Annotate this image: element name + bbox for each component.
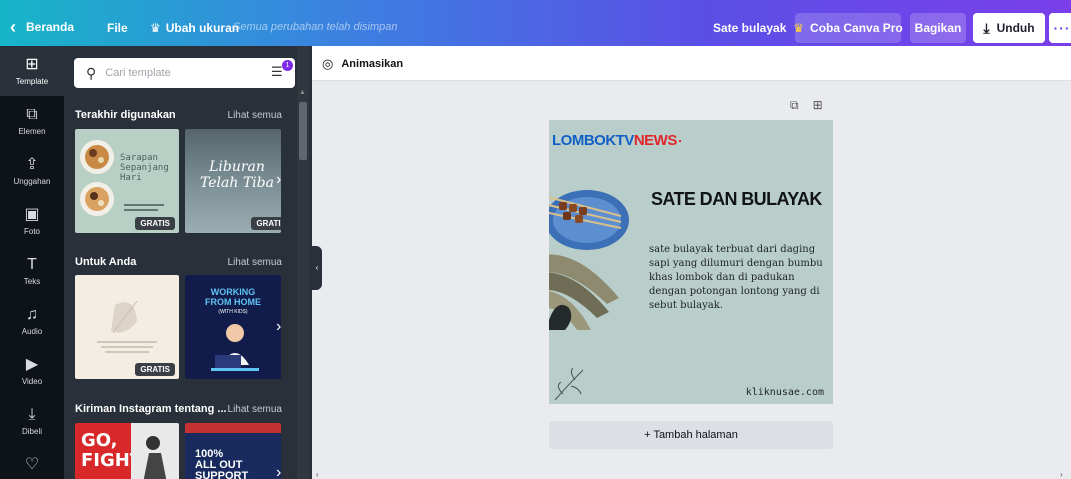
save-status: Semua perubahan telah disimpan <box>233 21 398 33</box>
athlete-figure-image <box>143 436 167 479</box>
rail-item-purchased[interactable]: ⤓ Dibeli <box>0 396 64 446</box>
elements-icon: ⧉ <box>26 106 38 123</box>
resize-label: Ubah ukuran <box>165 21 240 35</box>
heart-icon: ♡ <box>24 455 40 473</box>
person-laptop-image <box>211 324 259 371</box>
share-button[interactable]: Bagikan <box>910 13 966 43</box>
try-pro-button[interactable]: ♛ Coba Canva Pro <box>793 13 903 43</box>
try-pro-label: Coba Canva Pro <box>810 21 903 35</box>
page-tools: ⧉ ⊞ <box>790 98 823 113</box>
rail-item-label: Dibeli <box>21 427 42 436</box>
scroll-left-icon[interactable]: ‹ <box>316 470 319 479</box>
upload-icon: ⇪ <box>25 156 39 173</box>
rail-item-audio[interactable]: ♫ Audio <box>0 296 64 346</box>
animate-label: Animasikan <box>341 58 404 70</box>
logo-part-lomboktv: LOMBOKTV <box>552 132 634 149</box>
athlete-image <box>131 423 179 479</box>
text-icon: T <box>27 256 37 273</box>
template-thumb-holiday[interactable]: Liburan Telah Tiba GRATIS <box>185 129 281 233</box>
file-menu-button[interactable]: File <box>107 21 128 35</box>
home-label: Beranda <box>26 20 75 34</box>
home-button[interactable]: ‹ Beranda <box>10 17 75 37</box>
panel-scrollbar[interactable]: ▲ <box>297 46 309 479</box>
design-title[interactable]: Sate bulayak <box>713 21 786 35</box>
rail-item-label: Elemen <box>18 127 46 136</box>
filter-count-badge: 1 <box>282 60 293 71</box>
template-thumb-breakfast[interactable]: Sarapan Sepanjang Hari GRATIS <box>75 129 179 233</box>
logo-tag <box>678 139 681 142</box>
section-title-for-you: Untuk Anda <box>75 256 137 268</box>
chevron-right-icon[interactable]: › <box>276 171 281 189</box>
breakfast-thumb-text: Sarapan Sepanjang Hari <box>120 153 169 183</box>
design-page[interactable]: LOMBOKTV NEWS SATE DAN BULAYAK sate bula… <box>549 120 833 404</box>
see-all-for-you-link[interactable]: Lihat semua <box>228 257 282 268</box>
scrollbar-thumb[interactable] <box>299 102 307 160</box>
duplicate-page-icon[interactable]: ⧉ <box>790 98 799 113</box>
rail-item-template[interactable]: ⊞ Template <box>0 46 64 96</box>
rail-item-label: Template <box>15 77 49 86</box>
template-icon: ⊞ <box>25 56 39 73</box>
rail-item-label: Audio <box>21 327 43 336</box>
template-thumb-work-from-home[interactable]: WORKING FROM HOME (WITH KIDS) <box>185 275 281 379</box>
rail-item-photos[interactable]: ▣ Foto <box>0 196 64 246</box>
rail-item-label: Foto <box>23 227 40 236</box>
template-thumb-all-out-support[interactable]: 100% ALL OUT SUPPORT <box>185 423 281 479</box>
lomboktv-logo: LOMBOKTV NEWS <box>552 132 681 149</box>
free-badge: GRATIS <box>135 363 175 376</box>
scroll-up-icon[interactable]: ▲ <box>299 89 306 96</box>
search-icon: ⚲ <box>86 64 97 81</box>
search-input[interactable] <box>105 67 256 79</box>
red-banner <box>185 423 281 433</box>
design-heading: SATE DAN BULAYAK <box>651 189 822 209</box>
download-icon: ⤓ <box>983 19 990 36</box>
collapse-panel-button[interactable]: ‹ <box>312 246 322 290</box>
leaf-sketch-icon <box>554 367 584 401</box>
template-thumb-go-fight[interactable]: GO, FIGHT, <box>75 423 179 479</box>
crown-icon: ♛ <box>150 21 161 35</box>
add-page-icon[interactable]: ⊞ <box>813 98 823 113</box>
chevron-left-icon: ‹ <box>10 17 16 37</box>
free-badge: GRATIS <box>135 217 175 230</box>
section-title-recent: Terakhir digunakan <box>75 109 176 121</box>
video-icon: ▶ <box>25 356 39 373</box>
side-rail: ⊞ Template ⧉ Elemen ⇪ Unggahan ▣ Foto T … <box>0 46 64 479</box>
rail-item-label: Unggahan <box>13 177 51 186</box>
rail-item-video[interactable]: ▶ Video <box>0 346 64 396</box>
support-line3: SUPPORT <box>195 470 249 479</box>
go-fight-text: GO, FIGHT, <box>81 430 147 471</box>
holiday-thumb-text: Liburan Telah Tiba <box>200 159 274 191</box>
photo-icon: ▣ <box>24 206 40 223</box>
rail-item-label: Video <box>21 377 43 386</box>
design-url: kliknusae.com <box>745 387 824 398</box>
rail-item-text[interactable]: T Teks <box>0 246 64 296</box>
purchased-icon: ⤓ <box>28 406 36 423</box>
editor-toolbar: ◎ Animasikan <box>312 46 1071 81</box>
template-panel: ⚲ ☰ 1 Terakhir digunakan Lihat semua Sar… <box>64 46 312 479</box>
crown-icon: ♛ <box>793 21 805 35</box>
download-label: Unduh <box>996 21 1035 35</box>
add-page-button[interactable]: + Tambah halaman <box>549 421 833 449</box>
rail-item-elements[interactable]: ⧉ Elemen <box>0 96 64 146</box>
animate-button[interactable]: ◎ Animasikan <box>322 56 403 72</box>
see-all-instagram-link[interactable]: Lihat semua <box>228 404 282 415</box>
free-badge: GRATIS <box>251 217 281 230</box>
section-title-instagram: Kiriman Instagram tentang ... <box>75 403 227 415</box>
resize-button[interactable]: ♛ Ubah ukuran <box>150 21 239 35</box>
animate-icon: ◎ <box>322 56 334 71</box>
chevron-right-icon[interactable]: › <box>276 464 281 479</box>
more-options-button[interactable]: ··· <box>1049 13 1071 43</box>
template-search[interactable]: ⚲ ☰ 1 <box>74 58 295 88</box>
sate-bulayak-image <box>549 190 629 330</box>
download-button[interactable]: ⤓ Unduh <box>973 13 1045 43</box>
scroll-right-icon[interactable]: › <box>1060 470 1063 479</box>
design-body-text: sate bulayak terbuat dari daging sapi ya… <box>649 244 823 311</box>
template-thumb-feather[interactable]: GRATIS <box>75 275 179 379</box>
logo-part-news: NEWS <box>633 132 678 149</box>
rail-item-uploads[interactable]: ⇪ Unggahan <box>0 146 64 196</box>
chevron-right-icon[interactable]: › <box>276 318 281 336</box>
rail-item-favorites[interactable]: ♡ <box>0 441 64 479</box>
audio-icon: ♫ <box>26 306 38 323</box>
rail-item-label: Teks <box>23 277 41 286</box>
see-all-recent-link[interactable]: Lihat semua <box>228 110 282 121</box>
